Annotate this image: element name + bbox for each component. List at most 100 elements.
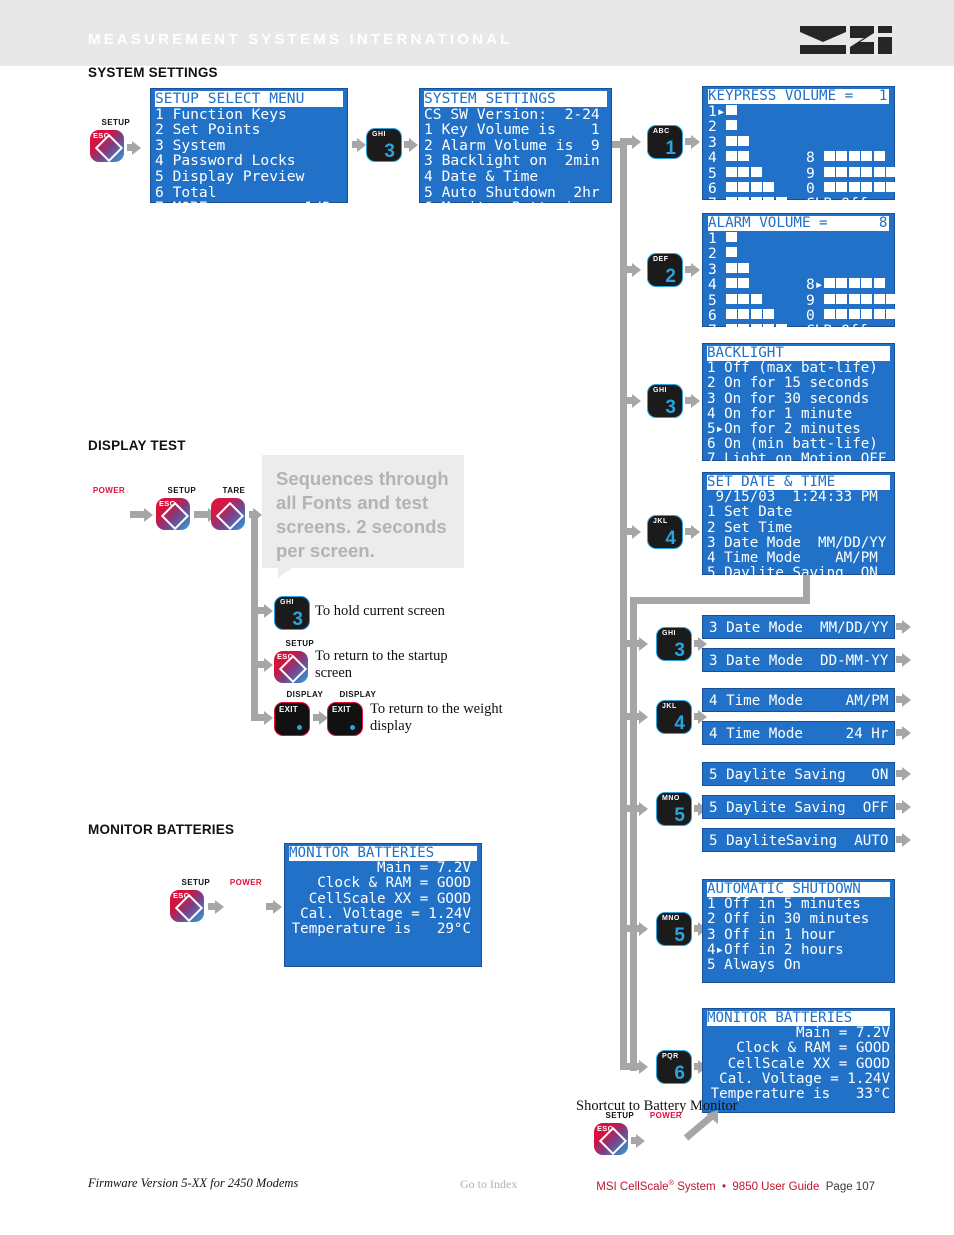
- key-3-first[interactable]: GHI 3: [366, 128, 402, 162]
- screen-line: 4 Date & Time: [424, 167, 539, 185]
- screen-line: 7 MORE 1/2: [155, 199, 331, 217]
- arrow-connector: [251, 710, 273, 725]
- volume-block: [848, 151, 860, 162]
- volume-block: [861, 151, 873, 162]
- arrow-connector: [251, 603, 273, 618]
- key-body-power[interactable]: [229, 890, 263, 922]
- screen-line: 4 Time Mode AM/PM: [707, 550, 878, 567]
- key-6-monitor-batteries[interactable]: PQR 6: [656, 1050, 692, 1084]
- key-body-number[interactable]: DEF 2: [647, 253, 683, 287]
- arrow-connector: [313, 710, 328, 725]
- connector-bracket: [630, 597, 637, 1071]
- key-body-setup[interactable]: ESC: [90, 130, 124, 162]
- arrow-connector: [685, 393, 700, 408]
- key-power-monbat[interactable]: POWER: [229, 878, 263, 922]
- screen-line: CellScale XX = GOOD: [291, 890, 471, 907]
- key-digit-3: 3: [384, 141, 395, 162]
- key-3-date-mode[interactable]: GHI 3: [656, 627, 692, 661]
- power-icon-bar: [109, 503, 111, 514]
- key-setup-esc-startup[interactable]: SETUP ESC: [274, 639, 314, 683]
- key-body-setup[interactable]: ESC: [156, 498, 190, 530]
- key-digit-3: 3: [292, 609, 303, 630]
- volume-block: [836, 151, 848, 162]
- key-body-number[interactable]: MNO 5: [656, 912, 692, 946]
- volume-block: [898, 181, 910, 192]
- key-body-setup[interactable]: ESC: [594, 1123, 628, 1155]
- key-body-number[interactable]: JKL 4: [647, 515, 683, 549]
- key-3-hold-screen[interactable]: GHI 3: [274, 596, 310, 630]
- footer-guide: 9850 User Guide: [732, 1180, 820, 1193]
- key-tare[interactable]: TARE: [211, 486, 245, 530]
- screen-line: 1 Function Keys: [155, 105, 287, 123]
- footer-system: System: [674, 1180, 716, 1193]
- key-cap-mno: MNO: [662, 915, 680, 922]
- key-2-def[interactable]: DEF 2: [647, 253, 683, 287]
- screen-line: 3 Date Mode MM/DD/YY: [709, 620, 889, 636]
- key-setup-esc-shortcut[interactable]: SETUP ESC: [594, 1111, 634, 1155]
- key-setup-esc-display-test[interactable]: SETUP ESC: [156, 486, 196, 530]
- key-body-setup[interactable]: ESC: [170, 890, 204, 922]
- note-hold-screen: To hold current screen: [315, 603, 445, 619]
- arrow-connector: [694, 921, 707, 936]
- key-power-display-test[interactable]: POWER: [92, 486, 126, 530]
- arrow-connector-loop: [896, 725, 911, 740]
- screen-line: 4▸Off in 2 hours: [707, 941, 844, 958]
- key-setup-esc-monbat[interactable]: SETUP ESC: [170, 878, 210, 922]
- volume-bar-rows: 1 2 3 4 8▸ 5 9 6 0 7 CLR Off: [708, 231, 910, 339]
- screen-line: 3 System: [155, 136, 226, 154]
- volume-block: [823, 308, 835, 319]
- indicator-dot-icon: [350, 725, 355, 730]
- volume-row: 5 9: [708, 292, 898, 308]
- key-5-auto-shutdown[interactable]: MNO 5: [656, 912, 692, 946]
- volume-block: [836, 181, 848, 192]
- key-body-number[interactable]: GHI 3: [647, 384, 683, 418]
- key-body-number[interactable]: PQR 6: [656, 1050, 692, 1084]
- key-body-number[interactable]: JKL 4: [656, 700, 692, 734]
- volume-block: [886, 181, 898, 192]
- msi-logo: [800, 26, 892, 54]
- key-body-power[interactable]: [649, 1123, 683, 1155]
- key-body-number[interactable]: MNO 5: [656, 792, 692, 826]
- key-4-time-mode[interactable]: JKL 4: [656, 700, 692, 734]
- volume-block: [873, 151, 885, 162]
- volume-block: [861, 293, 873, 304]
- key-1-abc[interactable]: ABC 1: [647, 125, 683, 159]
- key-cap-setup: SETUP: [181, 878, 211, 888]
- key-body-number[interactable]: GHI 3: [656, 627, 692, 661]
- key-body-exit[interactable]: EXIT: [327, 702, 363, 736]
- key-body-power[interactable]: [92, 498, 126, 530]
- screen-title: MONITOR BATTERIES: [707, 1010, 890, 1027]
- display-test-note: Sequences through all Fonts and test scr…: [262, 455, 464, 568]
- brand-wordmark: MEASUREMENT SYSTEMS INTERNATIONAL: [88, 31, 513, 48]
- key-body-setup[interactable]: ESC: [274, 651, 308, 683]
- key-body-number[interactable]: ABC 1: [647, 125, 683, 159]
- key-power-shortcut[interactable]: POWER: [649, 1111, 683, 1155]
- volume-block: [763, 324, 775, 335]
- key-cap-setup: SETUP: [167, 486, 197, 496]
- screen-line: 1 Set Date: [707, 504, 793, 521]
- volume-block: [738, 135, 750, 146]
- key-display-exit-1[interactable]: DISPLAY EXIT: [274, 690, 323, 736]
- key-5-daylite[interactable]: MNO 5: [656, 792, 692, 826]
- key-body-tare[interactable]: [211, 498, 245, 530]
- screen-alarm-volume: ALARM VOLUME = 8 1 2 3 4 8▸ 5 9 6 0 7 CLR…: [702, 213, 910, 339]
- screen-line: 3 On for 30 seconds: [707, 390, 870, 407]
- volume-block: [725, 135, 737, 146]
- footer-go-to-index[interactable]: Go to Index: [460, 1177, 517, 1192]
- key-body-number[interactable]: GHI 3: [274, 596, 310, 630]
- screen-line: 1 Key Volume is 1: [424, 121, 600, 139]
- volume-block: [725, 181, 737, 192]
- screen-system-settings: SYSTEM SETTINGS CS SW Version: 2-24 1 Ke…: [419, 88, 612, 215]
- screen-line: 5 Display Preview: [155, 167, 305, 185]
- key-4-jkl[interactable]: JKL 4: [647, 515, 683, 549]
- key-body-exit[interactable]: EXIT: [274, 702, 310, 736]
- arrow-connector: [694, 801, 707, 816]
- screen-line: 5 Always On: [707, 957, 801, 974]
- screen-line: 3 Date Mode MM/DD/YY: [707, 534, 887, 551]
- screen-title: ALARM VOLUME = 8: [708, 215, 889, 231]
- key-3-backlight[interactable]: GHI 3: [647, 384, 683, 418]
- key-body-number[interactable]: GHI 3: [366, 128, 402, 162]
- key-display-exit-2[interactable]: DISPLAY EXIT: [327, 690, 376, 736]
- screen-line: CS SW Version: 2-24: [424, 105, 600, 123]
- key-setup-esc-1[interactable]: SETUP ESC: [90, 118, 130, 162]
